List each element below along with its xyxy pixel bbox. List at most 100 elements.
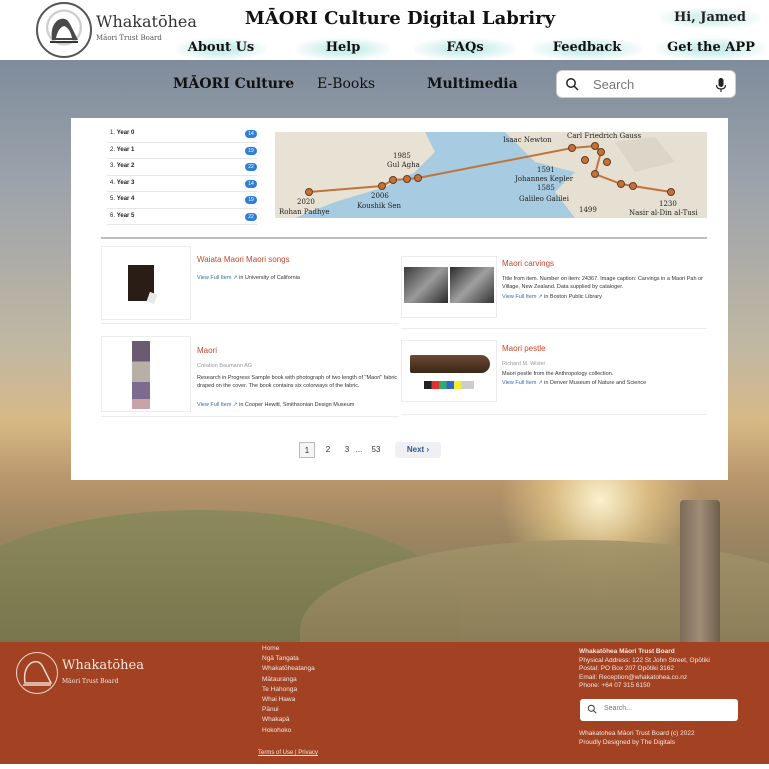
card-separator (401, 414, 707, 415)
map-label: 1499 (579, 206, 597, 214)
nav-get-the-app[interactable]: Get the APP (656, 38, 766, 60)
search-icon (587, 704, 597, 714)
year-list: 1. Year 0 14 2. Year 1 19 3. Year 2 22 4. Y… (107, 126, 257, 225)
nav-about-us[interactable]: About Us (176, 38, 266, 60)
page-2-button[interactable]: 2 (321, 442, 335, 458)
legal-separator: | (295, 750, 297, 756)
thumbnail-image[interactable] (101, 336, 191, 412)
timeline-map[interactable]: Isaac Newton Carl Friedrich Gauss 1985 G… (275, 132, 707, 218)
map-label: Carl Friedrich Gauss (567, 132, 642, 140)
next-page-button[interactable]: Next › (395, 442, 441, 458)
site-title: MĀORI Culture Digital Labriry (244, 8, 556, 29)
item-source: View Full Item ↗ in University of Califo… (197, 275, 300, 281)
map-label: Nasir al-Din al-Tusi (629, 209, 698, 217)
item-source: View Full Item ↗ in Cooper Hewitt, Smith… (197, 402, 355, 408)
map-label: 1591 (537, 166, 555, 174)
item-creator: Création Baumann AG (197, 363, 253, 369)
footer-phone[interactable]: Phone: +64 07 315 6150 (579, 682, 764, 691)
page-53-button[interactable]: 53 (367, 442, 385, 458)
card-separator (101, 416, 399, 417)
user-greeting[interactable]: Hi, Jamed (660, 8, 760, 28)
logo-subtitle: Māori Trust Board (96, 34, 162, 42)
footer-search-input[interactable]: Search... (580, 699, 738, 721)
search-input[interactable]: Search (556, 70, 736, 98)
card-separator (401, 328, 707, 329)
footer-link-whakatoheatanga[interactable]: Whakatōheatanga (262, 664, 372, 674)
footer-link-whakapa[interactable]: Whakapā (262, 715, 372, 725)
footer-link-te-hahonga[interactable]: Te Hahonga (262, 685, 372, 695)
search-placeholder: Search (593, 77, 635, 92)
year-row[interactable]: 5. Year 4 19 (107, 192, 257, 209)
view-full-item-link[interactable]: View Full Item (197, 275, 231, 281)
map-label: 2020 (297, 198, 315, 206)
terms-link[interactable]: Terms of Use (258, 750, 293, 756)
main-nav: About Us Help FAQs Feedback Get the APP (176, 38, 769, 60)
item-creator: Richard M. Wixler (502, 361, 546, 367)
subnav-multimedia[interactable]: Multimedia (427, 76, 518, 92)
view-full-item-link[interactable]: View Full Item (502, 380, 536, 386)
year-row[interactable]: 6. Year 5 22 (107, 209, 257, 225)
footer-links: Home Ngā Tangata Whakatōheatanga Mātaura… (262, 644, 372, 736)
privacy-link[interactable]: Privacy (298, 750, 318, 756)
thumbnail-image[interactable] (401, 256, 497, 318)
footer-logo-subtitle: Māori Trust Board (62, 678, 119, 685)
footer-link-home[interactable]: Home (262, 644, 372, 654)
year-row[interactable]: 2. Year 1 19 (107, 143, 257, 159)
count-badge: 14 (245, 130, 257, 138)
count-badge: 14 (245, 179, 257, 188)
item-description: Title from item. Number on item: 24367. … (502, 276, 703, 290)
footer: Whakatōhea Māori Trust Board Home Ngā Ta… (0, 642, 769, 769)
subnav-maori-culture[interactable]: MĀORI Culture (173, 76, 294, 92)
section-divider (101, 237, 707, 239)
count-badge: 19 (245, 146, 257, 155)
logo[interactable]: Whakatōhea Māori Trust Board (36, 2, 197, 58)
map-label: Gul Agha (387, 161, 420, 169)
subnav-e-books[interactable]: E-Books (317, 76, 375, 92)
map-label: 1985 (393, 152, 411, 160)
map-label: 1230 (659, 200, 677, 208)
item-description: Maori pestle from the Anthropology colle… (502, 371, 614, 377)
thumbnail-image[interactable] (101, 246, 191, 320)
footer-logo-seal-icon (16, 652, 58, 694)
thumbnail-image[interactable] (401, 340, 497, 402)
map-label: Isaac Newton (503, 136, 552, 144)
item-title[interactable]: Maori (197, 346, 217, 355)
footer-address: Physical Address: 122 St John Street, Op… (579, 656, 710, 664)
view-full-item-link[interactable]: View Full Item (502, 294, 536, 300)
footer-logo[interactable]: Whakatōhea Māori Trust Board (16, 652, 156, 696)
page-1-button[interactable]: 1 (299, 442, 315, 458)
footer-postal: Postal: PO Box 207 Opōtiki 3162 (579, 665, 675, 672)
copyright-text: Whakatohea Māori Trust Board (c) 2022 (579, 730, 695, 737)
map-graphic (275, 132, 707, 218)
nav-feedback[interactable]: Feedback (532, 38, 642, 60)
microphone-icon[interactable] (715, 77, 727, 93)
map-label: Johannes Kepler (515, 175, 574, 183)
footer-legal: Terms of Use | Privacy (258, 750, 318, 756)
map-label: Koushik Sen (357, 202, 402, 210)
item-title[interactable]: Maori pestle (502, 344, 546, 353)
footer-link-nga-tangata[interactable]: Ngā Tangata (262, 654, 372, 664)
external-link-icon: ↗ (232, 275, 238, 281)
item-description: Research in Progress Sample book with ph… (197, 375, 398, 389)
nav-faqs[interactable]: FAQs (414, 38, 516, 60)
year-row[interactable]: 3. Year 2 22 (107, 159, 257, 176)
footer-email[interactable]: Email: Reception@whakatohea.co.nz (579, 674, 764, 683)
year-row[interactable]: 4. Year 3 14 (107, 176, 257, 192)
footer-link-panui[interactable]: Pānui (262, 705, 372, 715)
map-label: Galileo Galilei (519, 195, 569, 203)
logo-seal-icon (36, 2, 92, 58)
view-full-item-link[interactable]: View Full Item (197, 402, 231, 408)
item-source: View Full Item ↗ in Denver Museum of Nat… (502, 380, 647, 386)
year-row[interactable]: 1. Year 0 14 (107, 126, 257, 143)
external-link-icon: ↗ (537, 380, 543, 386)
footer-logo-name: Whakatōhea (62, 658, 144, 673)
item-title[interactable]: Maori carvings (502, 259, 554, 268)
footer-copyright: Whakatohea Māori Trust Board (c) 2022 Pr… (579, 730, 764, 747)
item-title[interactable]: Waiata Maori Maori songs (197, 255, 290, 264)
pagination-ellipsis: ... (355, 445, 363, 454)
footer-link-whai-hawa[interactable]: Whai Hawa (262, 695, 372, 705)
nav-help[interactable]: Help (296, 38, 390, 60)
footer-link-hokohoko[interactable]: Hokohoko (262, 726, 372, 736)
carved-post (680, 500, 720, 642)
footer-link-matauranga[interactable]: Mātauranga (262, 675, 372, 685)
